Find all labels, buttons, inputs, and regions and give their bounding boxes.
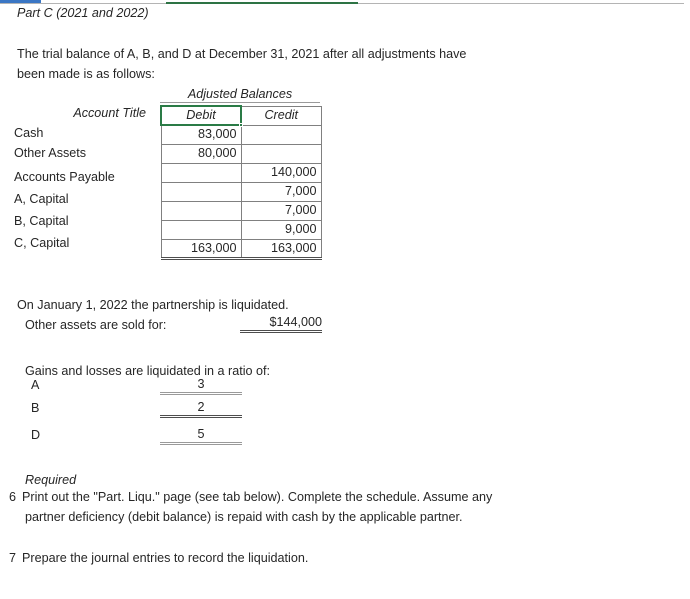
account-row-label-cash: Cash [14, 126, 44, 140]
cell-accounts-payable-credit[interactable]: 140,000 [240, 162, 322, 183]
ratio-value-d[interactable]: 5 [160, 427, 242, 445]
trial-balance-table[interactable]: Debit Credit 83,000 80,000 140,000 7,000… [160, 105, 322, 260]
cell-cash-debit[interactable]: 83,000 [160, 124, 242, 145]
column-header-credit[interactable]: Credit [240, 105, 322, 126]
table-row[interactable]: 7,000 [160, 200, 322, 221]
account-row-label-other-assets: Other Assets [14, 146, 87, 160]
account-row-label-accounts-payable: Accounts Payable [14, 170, 115, 184]
cell-accounts-payable-debit[interactable] [160, 162, 242, 183]
cell-other-assets-debit[interactable]: 80,000 [160, 143, 242, 164]
required-item-6-line-2: partner deficiency (debit balance) is re… [25, 510, 463, 524]
table-row[interactable]: 9,000 [160, 219, 322, 240]
liquidation-text-line-2: Other assets are sold for: [25, 318, 167, 332]
ratio-partner-label-a: A [31, 378, 40, 392]
cell-a-capital-debit[interactable] [160, 181, 242, 202]
ratio-value-a[interactable]: 3 [160, 377, 242, 395]
account-row-label-b-capital: B, Capital [14, 214, 69, 228]
table-row[interactable]: 7,000 [160, 181, 322, 202]
cell-a-capital-credit[interactable]: 7,000 [240, 181, 322, 202]
table-header-row: Debit Credit [160, 105, 322, 128]
cell-c-capital-credit[interactable]: 9,000 [240, 219, 322, 240]
adjusted-balances-group-header: Adjusted Balances [160, 87, 320, 103]
ratio-partner-label-b: B [31, 401, 40, 415]
column-header-debit[interactable]: Debit [160, 105, 244, 128]
cell-b-capital-debit[interactable] [160, 200, 242, 221]
liquidation-text-line-1: On January 1, 2022 the partnership is li… [17, 298, 289, 312]
top-accent-bar-green [166, 2, 358, 4]
account-row-label-a-capital: A, Capital [14, 192, 69, 206]
table-row[interactable]: 140,000 [160, 162, 322, 183]
ratio-partner-label-d: D [31, 428, 41, 442]
required-item-number-6: 6 [9, 490, 17, 504]
page-title: Part C (2021 and 2022) [17, 6, 149, 20]
required-item-7-line-1: Prepare the journal entries to record th… [22, 551, 309, 565]
intro-text-line-1: The trial balance of A, B, and D at Dece… [17, 47, 467, 61]
other-assets-sale-amount[interactable]: $144,000 [240, 315, 322, 333]
account-title-column-header: Account Title [73, 106, 146, 120]
account-row-label-c-capital: C, Capital [14, 236, 70, 250]
cell-other-assets-credit[interactable] [240, 143, 322, 164]
cell-total-debit[interactable]: 163,000 [160, 238, 242, 260]
table-row[interactable]: 80,000 [160, 143, 322, 164]
table-row[interactable]: 83,000 [160, 124, 322, 145]
required-item-6-line-1: Print out the "Part. Liqu." page (see ta… [22, 490, 493, 504]
cell-total-credit[interactable]: 163,000 [240, 238, 322, 260]
table-total-row[interactable]: 163,000 163,000 [160, 238, 322, 260]
cell-cash-credit[interactable] [240, 124, 322, 145]
cell-b-capital-credit[interactable]: 7,000 [240, 200, 322, 221]
required-section-label: Required [25, 473, 77, 487]
ratio-value-b[interactable]: 2 [160, 400, 242, 418]
intro-text-line-2: been made is as follows: [17, 67, 155, 81]
required-item-number-7: 7 [9, 551, 17, 565]
cell-c-capital-debit[interactable] [160, 219, 242, 240]
